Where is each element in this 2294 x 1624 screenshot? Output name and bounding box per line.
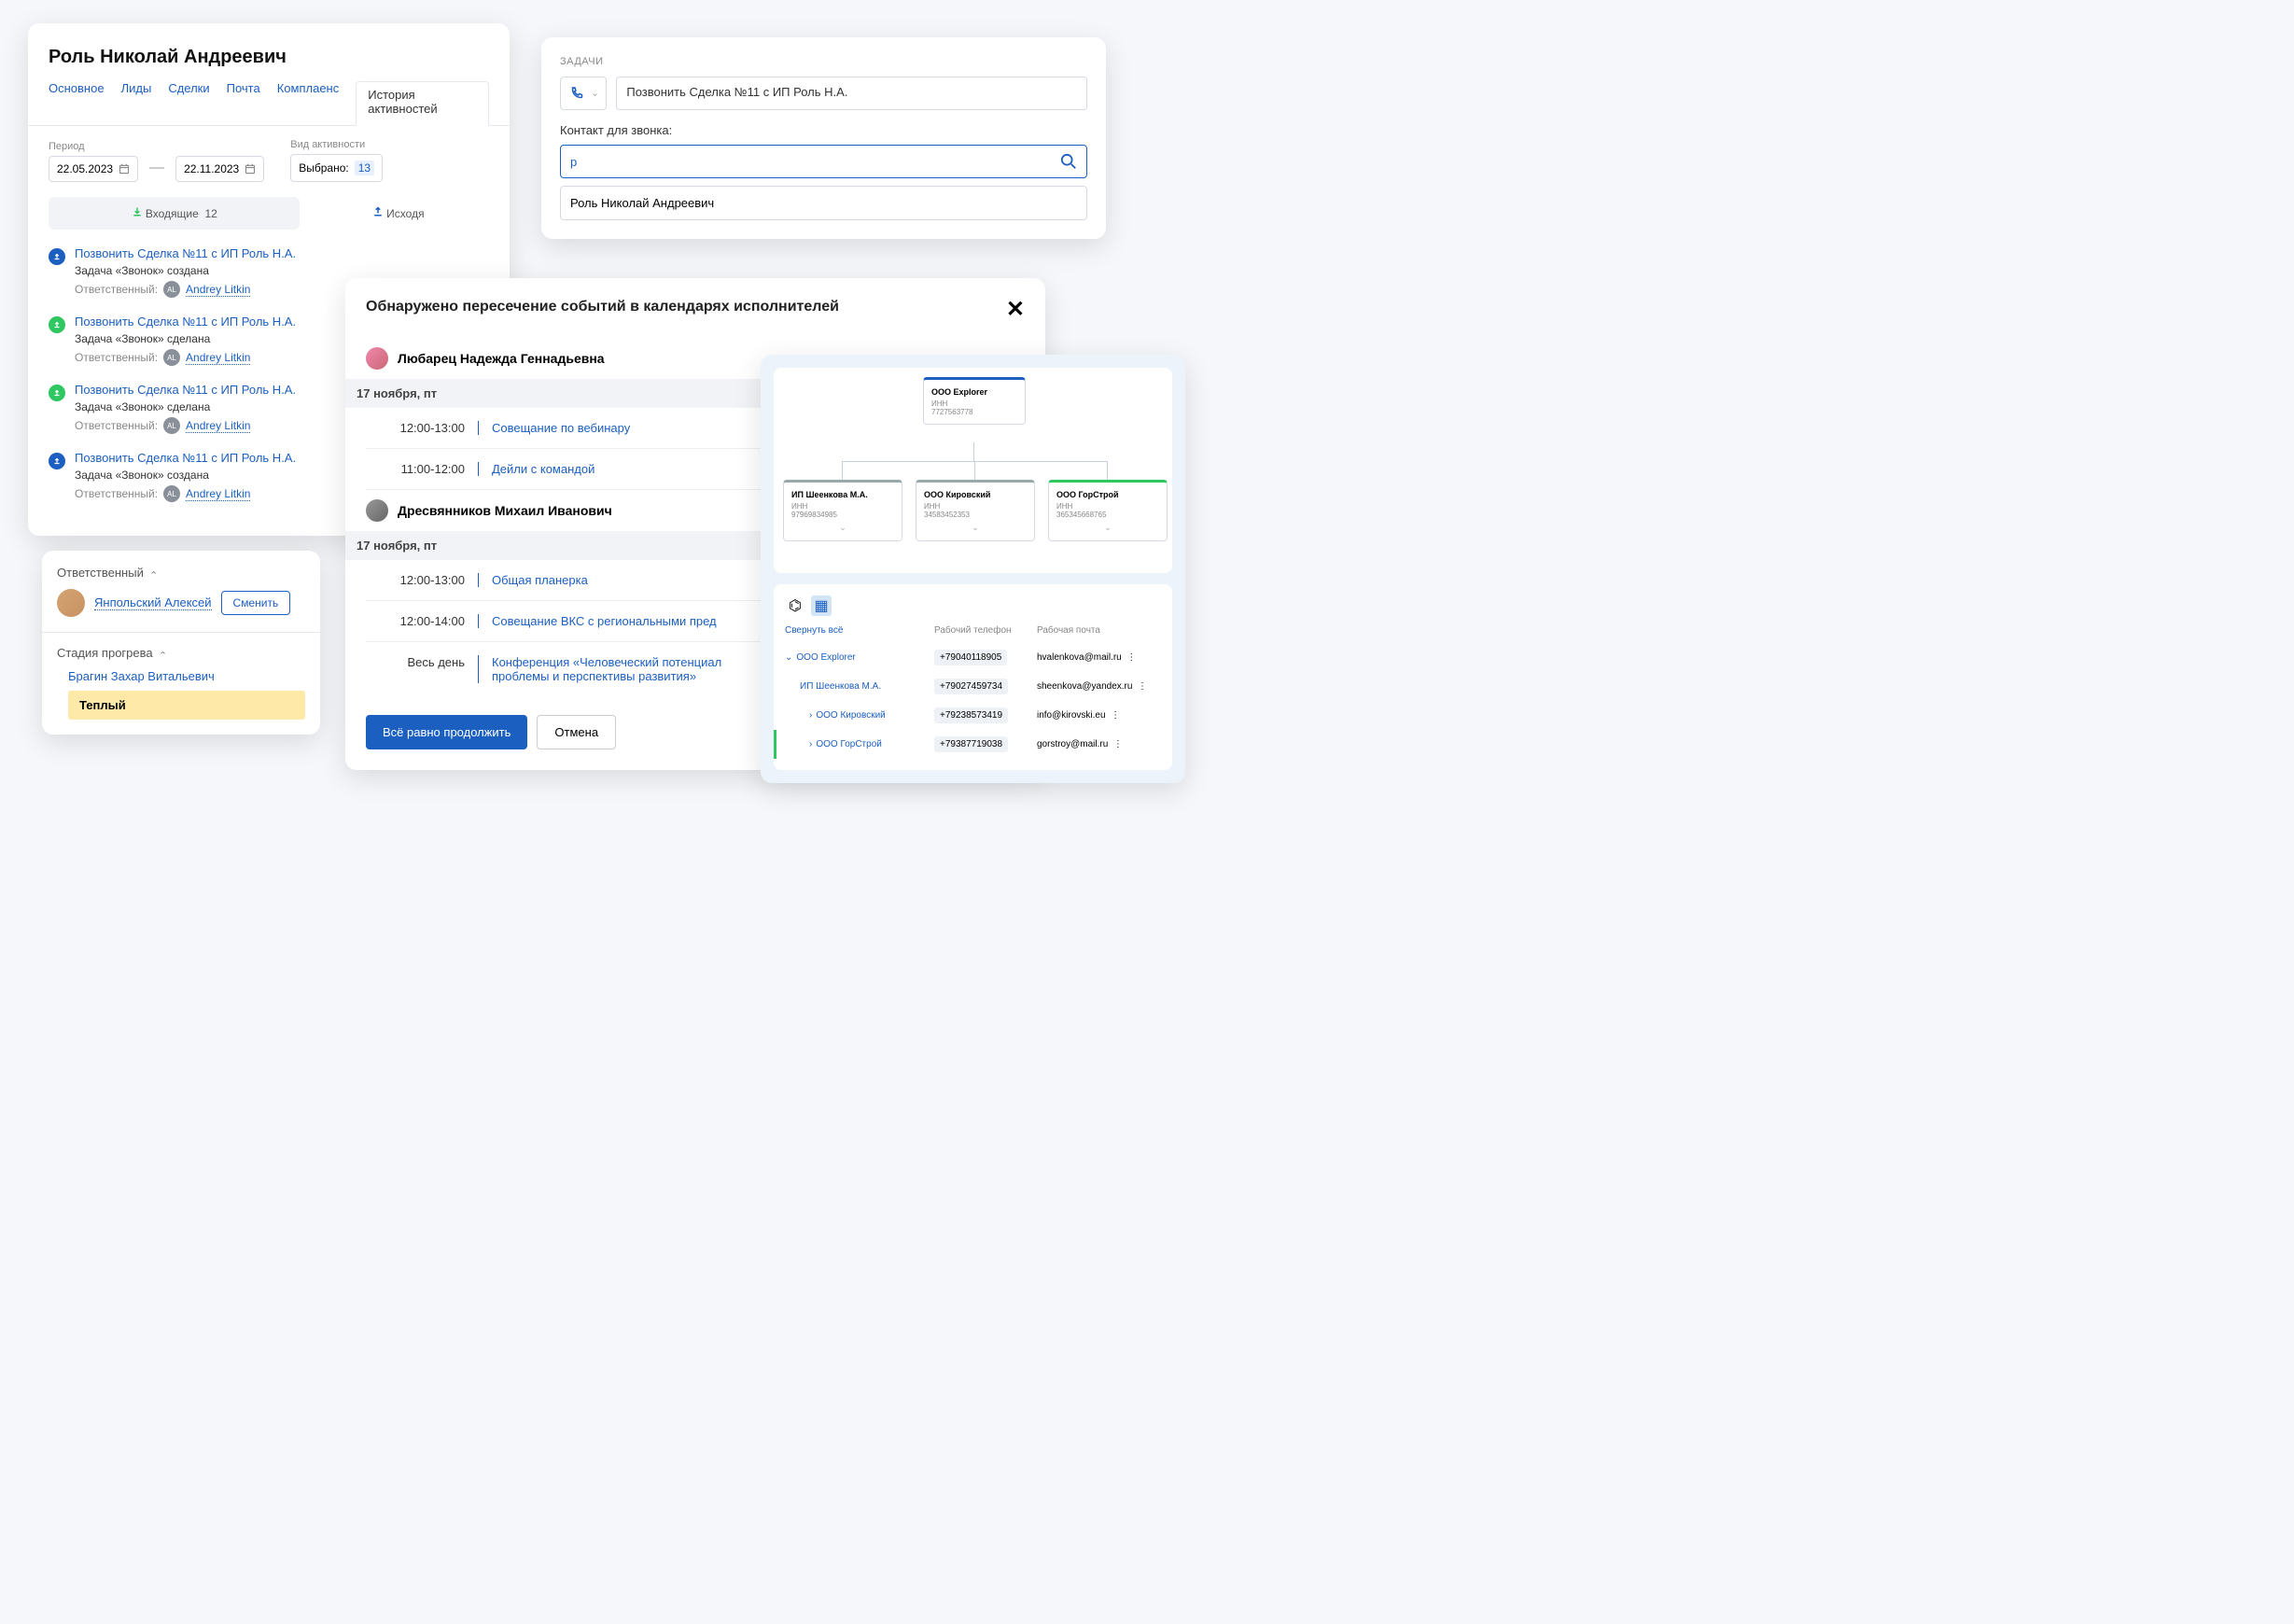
- org-tree-card: ООО Explorer ИНН 7727563778 ИП Шеенкова …: [761, 355, 1185, 783]
- activity-type-label: Вид активности: [290, 139, 383, 150]
- table-row[interactable]: ООО ГорСтрой +79387719038 gorstroy@mail.…: [774, 730, 1161, 759]
- date-from-input[interactable]: 22.05.2023: [49, 156, 138, 182]
- activity-badge-icon: [49, 385, 65, 401]
- activity-badge-icon: [49, 316, 65, 333]
- change-button[interactable]: Сменить: [221, 591, 291, 615]
- org-name[interactable]: ООО Кировский: [785, 710, 934, 721]
- contact-label: Контакт для звонка:: [560, 123, 1087, 137]
- activity-badge-icon: [49, 453, 65, 469]
- phone-badge[interactable]: +79387719038: [934, 736, 1008, 752]
- table-row[interactable]: ООО Explorer +79040118905 hvalenkova@mai…: [785, 643, 1161, 672]
- activity-subtitle: Задача «Звонок» создана: [75, 264, 296, 277]
- tree-view-icon[interactable]: ⌬: [785, 595, 805, 616]
- avatar-mini: AL: [163, 417, 180, 434]
- responsible-name[interactable]: Andrey Litkin: [186, 351, 250, 365]
- responsible-name[interactable]: Andrey Litkin: [186, 487, 250, 501]
- email: info@kirovski.eu ⋮: [1037, 710, 1120, 721]
- activity-title: Позвонить Сделка №11 с ИП Роль Н.А.: [75, 246, 296, 260]
- activity-subtitle: Задача «Звонок» создана: [75, 469, 296, 482]
- avatar-mini: AL: [163, 349, 180, 366]
- chevron-down-icon[interactable]: ⌄: [791, 523, 894, 533]
- date-to-input[interactable]: 22.11.2023: [175, 156, 264, 182]
- email: sheenkova@yandex.ru ⋮: [1037, 681, 1147, 692]
- tab-main[interactable]: Основное: [49, 81, 105, 125]
- avatar: [366, 499, 388, 522]
- tab-deals[interactable]: Сделки: [168, 81, 209, 125]
- responsible-label: Ответственный:: [75, 487, 158, 500]
- task-type-select[interactable]: [560, 77, 607, 110]
- org-node-root[interactable]: ООО Explorer ИНН 7727563778: [923, 377, 1026, 425]
- contact-search-input[interactable]: [560, 145, 1087, 178]
- calendar-icon: [119, 163, 130, 175]
- table-row[interactable]: ИП Шеенкова М.А. +79027459734 sheenkova@…: [785, 672, 1161, 701]
- search-field[interactable]: [570, 155, 1060, 169]
- upload-icon: [372, 206, 384, 217]
- phone-badge[interactable]: +79027459734: [934, 679, 1008, 694]
- avatar: [57, 589, 85, 617]
- responsible-label: Ответственный:: [75, 351, 158, 364]
- phone-icon: [570, 86, 585, 101]
- activity-badge-icon: [49, 248, 65, 265]
- calendar-icon: [245, 163, 256, 175]
- activity-subtitle: Задача «Звонок» сделана: [75, 332, 296, 345]
- stage-header[interactable]: Стадия прогрева: [57, 646, 305, 660]
- org-name[interactable]: ООО Explorer: [785, 652, 934, 663]
- search-icon: [1060, 153, 1077, 170]
- org-name[interactable]: ИП Шеенкова М.А.: [785, 681, 934, 692]
- phone-badge[interactable]: +79040118905: [934, 650, 1007, 665]
- grid-view-icon[interactable]: ▦: [811, 595, 832, 616]
- responsible-label: Ответственный:: [75, 283, 158, 296]
- responsible-name[interactable]: Янпольский Алексей: [94, 595, 212, 611]
- task-title-input[interactable]: Позвонить Сделка №11 с ИП Роль Н.А.: [616, 77, 1087, 110]
- org-table: ⌬ ▦ Свернуть всё Рабочий телефон Рабочая…: [774, 584, 1172, 770]
- avatar-mini: AL: [163, 485, 180, 502]
- tabs: Основное Лиды Сделки Почта Комплаенс Ист…: [28, 81, 510, 126]
- tab-compliance[interactable]: Комплаенс: [277, 81, 340, 125]
- responsible-header[interactable]: Ответственный: [57, 566, 305, 580]
- avatar: [366, 347, 388, 370]
- incoming-summary[interactable]: Входящие 12: [49, 197, 300, 230]
- responsible-name[interactable]: Andrey Litkin: [186, 283, 250, 297]
- email: gorstroy@mail.ru ⋮: [1037, 739, 1123, 749]
- avatar-mini: AL: [163, 281, 180, 298]
- phone-badge[interactable]: +79238573419: [934, 707, 1008, 723]
- collapse-all-button[interactable]: Свернуть всё: [785, 625, 934, 636]
- continue-button[interactable]: Всё равно продолжить: [366, 715, 527, 749]
- cancel-button[interactable]: Отмена: [537, 715, 616, 749]
- activity-title: Позвонить Сделка №11 с ИП Роль Н.А.: [75, 383, 296, 397]
- org-tree: ООО Explorer ИНН 7727563778 ИП Шеенкова …: [774, 368, 1172, 573]
- responsible-label: Ответственный:: [75, 419, 158, 432]
- contact-title: Роль Николай Андреевич: [49, 47, 489, 68]
- activity-title: Позвонить Сделка №11 с ИП Роль Н.А.: [75, 451, 296, 465]
- chevron-down-icon[interactable]: ⌄: [1056, 523, 1159, 533]
- dialog-title: Обнаружено пересечение событий в календа…: [366, 299, 839, 315]
- activity-title: Позвонить Сделка №11 с ИП Роль Н.А.: [75, 315, 296, 329]
- activity-subtitle: Задача «Звонок» сделана: [75, 400, 296, 413]
- tab-activity-history[interactable]: История активностей: [356, 81, 489, 126]
- search-suggestion[interactable]: Роль Николай Андреевич: [560, 186, 1087, 220]
- col-phone: Рабочий телефон: [934, 625, 1037, 636]
- org-node[interactable]: ООО КировскийИНН34583452353⌄: [916, 480, 1035, 541]
- org-name[interactable]: ООО ГорСтрой: [785, 739, 934, 749]
- outgoing-summary[interactable]: Исходя: [307, 197, 489, 230]
- task-search-card: ЗАДАЧИ Позвонить Сделка №11 с ИП Роль Н.…: [541, 37, 1106, 239]
- download-icon: [132, 206, 143, 217]
- responsible-name[interactable]: Andrey Litkin: [186, 419, 250, 433]
- chevron-down-icon[interactable]: ⌄: [924, 523, 1027, 533]
- tab-mail[interactable]: Почта: [227, 81, 260, 125]
- col-email: Рабочая почта: [1037, 625, 1100, 636]
- activity-type-select[interactable]: Выбрано: 13: [290, 154, 383, 182]
- period-label: Период: [49, 141, 138, 152]
- close-icon[interactable]: ✕: [1006, 299, 1025, 321]
- tasks-label: ЗАДАЧИ: [560, 56, 1087, 67]
- org-node[interactable]: ООО ГорСтройИНН365345668765⌄: [1048, 480, 1168, 541]
- responsible-card: Ответственный Янпольский Алексей Сменить…: [42, 551, 320, 735]
- table-row[interactable]: ООО Кировский +79238573419 info@kirovski…: [785, 701, 1161, 730]
- stage-contact: Брагин Захар Витальевич: [57, 669, 305, 683]
- org-node[interactable]: ИП Шеенкова М.А.ИНН97969834985⌄: [783, 480, 902, 541]
- email: hvalenkova@mail.ru ⋮: [1037, 652, 1136, 663]
- tab-leads[interactable]: Лиды: [121, 81, 152, 125]
- stage-badge: Теплый: [68, 691, 305, 720]
